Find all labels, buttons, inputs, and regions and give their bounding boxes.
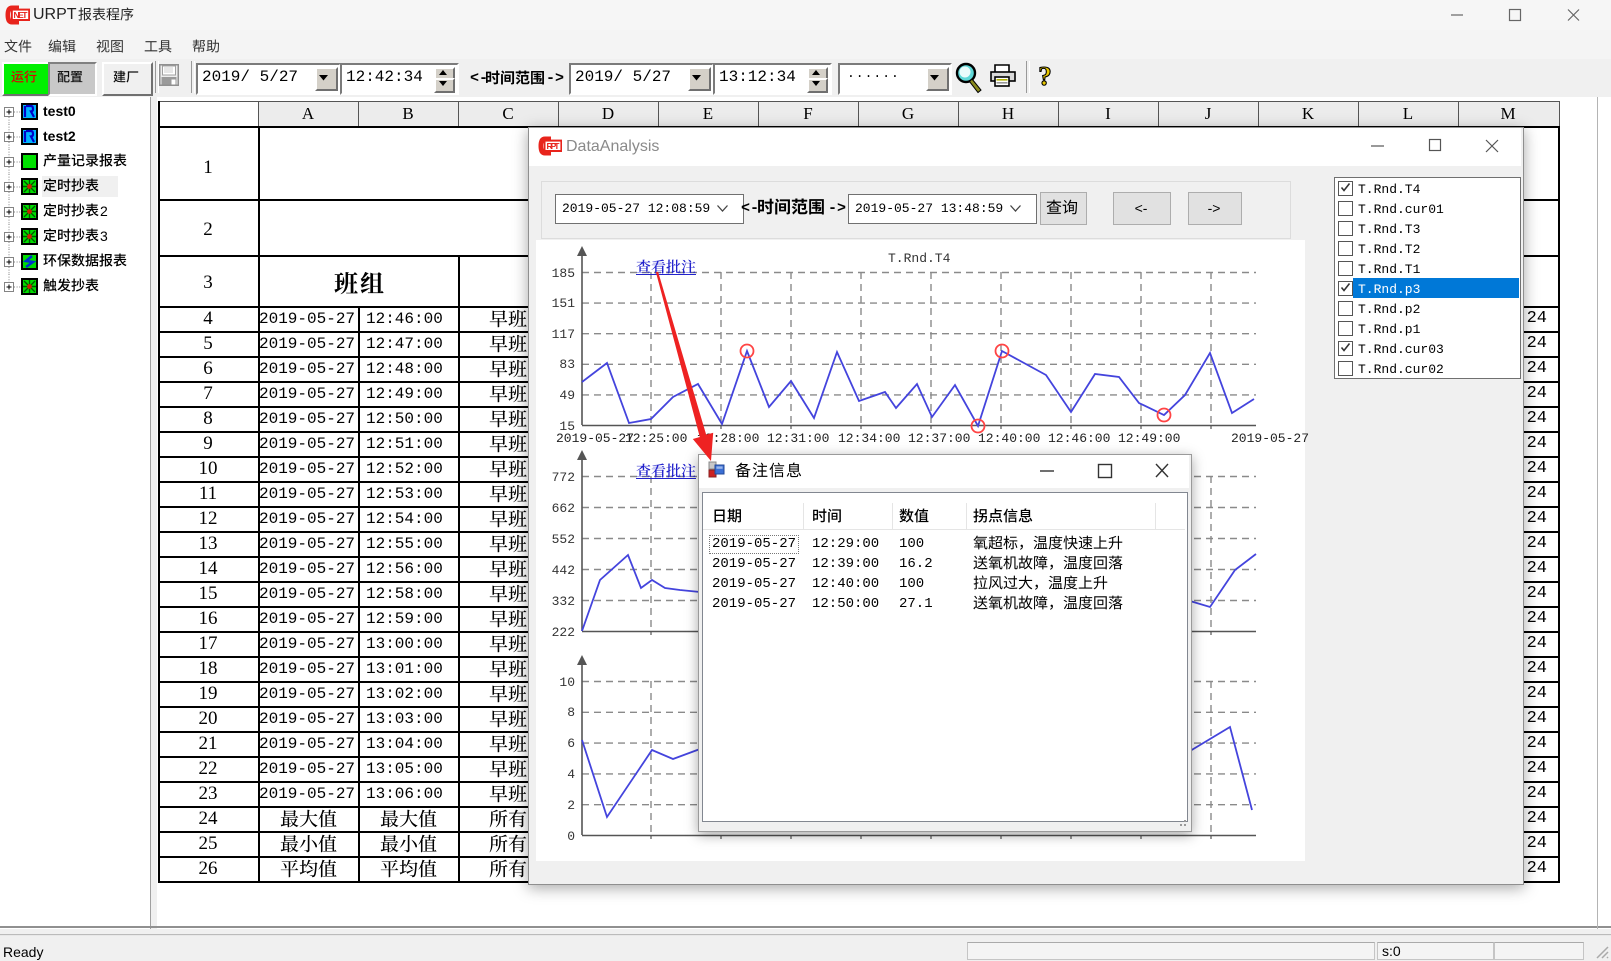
- svg-text:151: 151: [552, 296, 576, 311]
- svg-text:NET: NET: [14, 10, 29, 20]
- svg-text:442: 442: [552, 563, 575, 578]
- svg-text:552: 552: [552, 532, 575, 547]
- svg-text:49: 49: [559, 388, 575, 403]
- svg-text:?: ?: [1038, 62, 1052, 90]
- svg-text:0: 0: [567, 829, 575, 844]
- svg-text:772: 772: [552, 470, 575, 485]
- svg-text:117: 117: [552, 327, 575, 342]
- svg-text:185: 185: [552, 266, 575, 281]
- svg-text:662: 662: [552, 501, 575, 516]
- svg-text:4: 4: [567, 767, 575, 782]
- svg-text:2: 2: [567, 798, 575, 813]
- svg-text:222: 222: [552, 625, 575, 640]
- svg-text:83: 83: [559, 357, 575, 372]
- svg-text:8: 8: [567, 705, 575, 720]
- svg-text:T.Rnd.T4: T.Rnd.T4: [888, 251, 951, 266]
- svg-text:6: 6: [567, 736, 575, 751]
- svg-text:RPT: RPT: [547, 141, 561, 151]
- svg-text:10: 10: [559, 675, 575, 690]
- svg-text:332: 332: [552, 594, 575, 609]
